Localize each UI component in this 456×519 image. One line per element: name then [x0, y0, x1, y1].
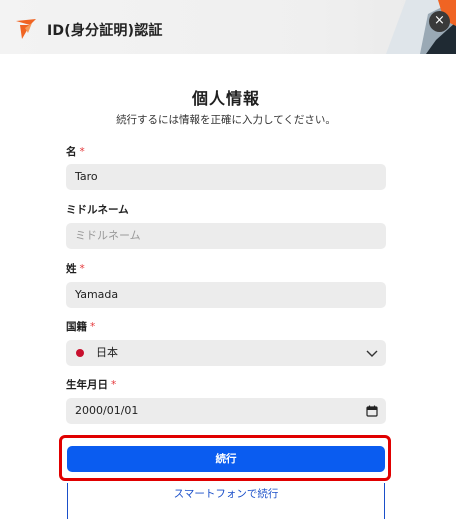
nationality-value: 日本: [96, 346, 118, 359]
required-mark: *: [79, 263, 85, 275]
required-mark: *: [111, 379, 117, 391]
page-subtitle: 続行するには情報を正確に入力してください。: [116, 114, 336, 126]
nationality-label: 国籍 *: [66, 321, 96, 333]
birthdate-input[interactable]: 2000/01/01: [66, 398, 386, 424]
middle-name-input[interactable]: ミドルネーム: [66, 223, 386, 249]
first-name-input[interactable]: Taro: [66, 164, 386, 190]
japan-flag-icon: [76, 349, 84, 357]
close-icon: ×: [434, 13, 445, 28]
orange-arrow-logo-icon: [16, 19, 36, 39]
page-title: 個人情報: [191, 89, 260, 108]
identity-verification-page: ID(身分証明)認証 × 個人情報 続行するには情報を正確に入力してください。 …: [0, 0, 456, 519]
first-name-label: 名 *: [66, 146, 85, 158]
last-name-label: 姓 *: [66, 263, 85, 275]
header-title: ID(身分証明)認証: [47, 23, 163, 39]
close-button[interactable]: ×: [429, 11, 450, 32]
required-mark: *: [79, 146, 85, 158]
last-name-input[interactable]: Yamada: [66, 282, 386, 308]
calendar-icon[interactable]: [366, 405, 378, 417]
birthdate-label: 生年月日 *: [66, 379, 117, 391]
middle-name-label: ミドルネーム: [66, 204, 129, 216]
nationality-select[interactable]: 日本: [66, 340, 386, 366]
required-mark: *: [90, 321, 96, 333]
header: ID(身分証明)認証 ×: [0, 0, 456, 54]
birthdate-value: 2000/01/01: [75, 404, 139, 417]
continue-button[interactable]: 続行: [67, 446, 385, 472]
continue-on-smartphone-button[interactable]: スマートフォンで続行: [67, 483, 385, 519]
chevron-down-icon: [366, 350, 378, 357]
